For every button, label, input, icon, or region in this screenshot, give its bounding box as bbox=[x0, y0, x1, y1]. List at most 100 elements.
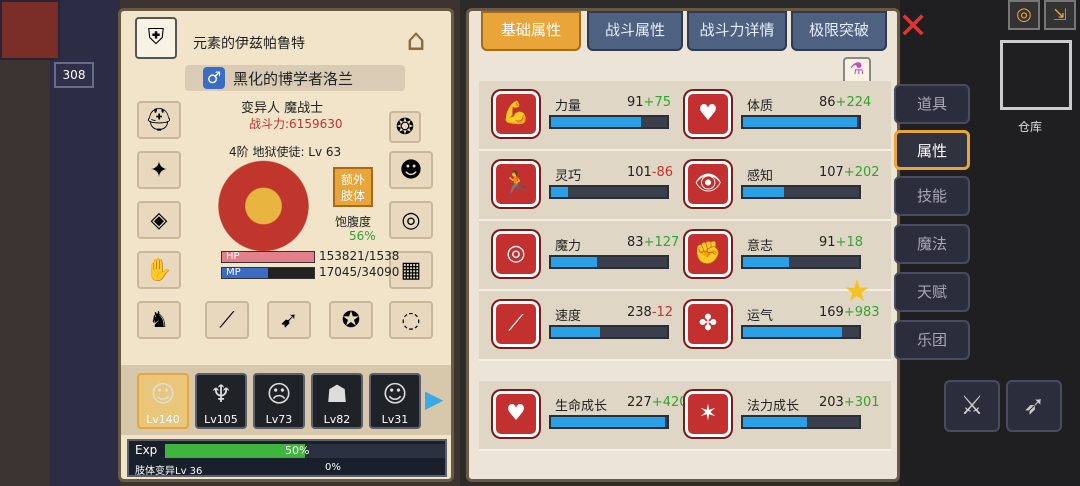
globe-icon[interactable]: ◎ bbox=[1008, 0, 1040, 30]
stat-value: 86+224 bbox=[819, 95, 871, 110]
side-tab-band[interactable]: 乐团 bbox=[894, 320, 970, 360]
stat-bar bbox=[549, 185, 669, 199]
party-member-3[interactable]: ☹ Lv73 bbox=[253, 373, 305, 429]
side-tab-items[interactable]: 道具 bbox=[894, 84, 970, 124]
stat-base: 107 bbox=[819, 165, 844, 180]
stat-value: 107+202 bbox=[819, 165, 880, 180]
combat-power: 战斗力:6159630 bbox=[249, 117, 343, 131]
stat-base: 91 bbox=[627, 95, 644, 110]
party-level: Lv105 bbox=[204, 413, 238, 426]
stat-emblem-icon: ✤ bbox=[685, 301, 731, 347]
stat-name: 速度 bbox=[555, 309, 582, 324]
stat-name: 意志 bbox=[747, 239, 774, 254]
hero-face-icon: ☹ bbox=[266, 380, 292, 408]
party-level: Lv31 bbox=[381, 413, 409, 426]
stat-name: 力量 bbox=[555, 99, 582, 114]
stat-bonus: +18 bbox=[835, 235, 863, 250]
stat-bar bbox=[549, 325, 669, 339]
stat-value: 227+420 bbox=[627, 395, 688, 410]
stat-emblem-icon: ♥ bbox=[493, 391, 539, 437]
party-level: Lv73 bbox=[265, 413, 293, 426]
equip-slot-staff[interactable]: ⟋ bbox=[205, 301, 249, 339]
exp-panel: Exp 50% 肢体变异Lv 36 0% bbox=[127, 439, 447, 477]
warehouse-icon[interactable] bbox=[1000, 40, 1072, 110]
satiety-value: 56% bbox=[349, 229, 376, 243]
stat-bonus: +420 bbox=[651, 395, 688, 410]
stat-base: 86 bbox=[819, 95, 836, 110]
stat-row: ♥ 生命成长 227+420 ✶ 法力成长 203+301 bbox=[479, 381, 891, 451]
party-member-5[interactable]: ☺ Lv31 bbox=[369, 373, 421, 429]
stat-emblem-icon: 👁 bbox=[685, 161, 731, 207]
side-tab-talent[interactable]: 天赋 bbox=[894, 272, 970, 312]
stat-emblem-icon: ♥ bbox=[685, 91, 731, 137]
bow-icon[interactable]: ➶ bbox=[1006, 380, 1062, 432]
stat-emblem-icon: 🏃 bbox=[493, 161, 539, 207]
equip-slot-amulet[interactable]: ✦ bbox=[137, 151, 181, 189]
tab-combat-attributes[interactable]: 战斗属性 bbox=[587, 11, 683, 51]
stat-name: 魔力 bbox=[555, 239, 582, 254]
equip-slot-ring[interactable]: ◎ bbox=[389, 201, 433, 239]
equip-slot-pumpkin[interactable]: ☻ bbox=[389, 151, 433, 189]
stat-bar bbox=[741, 185, 861, 199]
warehouse-label: 仓库 bbox=[1018, 120, 1043, 134]
side-tab-skills[interactable]: 技能 bbox=[894, 176, 970, 216]
stat-emblem-icon: ✊ bbox=[685, 231, 731, 277]
stat-bar bbox=[549, 255, 669, 269]
mp-label: MP bbox=[226, 267, 241, 278]
side-tab-magic[interactable]: 魔法 bbox=[894, 224, 970, 264]
extra-limb-button[interactable]: 额外 肢体 bbox=[333, 167, 373, 207]
stat-value: 91+18 bbox=[819, 235, 863, 250]
stat-row: 🏃 灵巧 101-86 👁 感知 107+202 bbox=[479, 151, 891, 221]
character-panel: ⛨ 元素的伊兹帕鲁特 ⌂ ♂ 黑化的博学者洛兰 变异人 魔战士 战斗力:6159… bbox=[118, 8, 454, 482]
hp-label: HP bbox=[226, 251, 240, 262]
party-member-2[interactable]: ♆ Lv105 bbox=[195, 373, 247, 429]
party-member-1[interactable]: ☺ Lv140 bbox=[137, 373, 189, 429]
side-tab-attributes[interactable]: 属性 bbox=[894, 130, 970, 170]
equip-slot-bracelet[interactable]: ◌ bbox=[389, 301, 433, 339]
gender-male-icon: ♂ bbox=[203, 67, 225, 89]
character-name: 黑化的博学者洛兰 bbox=[233, 70, 354, 88]
equip-slot-spear[interactable]: ➹ bbox=[267, 301, 311, 339]
stat-base: 101 bbox=[627, 165, 652, 180]
equip-slot-helmet[interactable]: ⛑ bbox=[137, 101, 181, 139]
stat-name: 运气 bbox=[747, 309, 774, 324]
hero-portrait-hud[interactable] bbox=[0, 0, 60, 60]
stat-name: 灵巧 bbox=[555, 169, 582, 184]
hp-value: 153821/1538 bbox=[319, 249, 400, 263]
party-level: Lv82 bbox=[323, 413, 351, 426]
stat-emblem-icon: ✶ bbox=[685, 391, 731, 437]
stat-base: 203 bbox=[819, 395, 844, 410]
hero-face-icon: ☺ bbox=[382, 380, 408, 408]
stat-value: 83+127 bbox=[627, 235, 679, 250]
stat-name: 法力成长 bbox=[747, 399, 800, 414]
equip-slot-boots[interactable]: ♞ bbox=[137, 301, 181, 339]
stat-value: 238-12 bbox=[627, 305, 673, 320]
stat-emblem-icon: 💪 bbox=[493, 91, 539, 137]
stat-bar bbox=[741, 415, 861, 429]
tab-power-details[interactable]: 战斗力详情 bbox=[687, 11, 787, 51]
stat-bonus: +224 bbox=[835, 95, 872, 110]
close-icon[interactable]: ✕ bbox=[898, 9, 934, 46]
hanger-icon[interactable]: ⌂ bbox=[391, 23, 441, 63]
equip-slot-rune[interactable]: ❂ bbox=[389, 111, 421, 143]
exit-icon[interactable]: ⇲ bbox=[1044, 0, 1076, 30]
equip-slot-gloves[interactable]: ✋ bbox=[137, 251, 181, 289]
scroll-right-icon[interactable]: ▶ bbox=[425, 385, 443, 413]
star-icon[interactable]: ★ bbox=[841, 277, 873, 309]
stat-bonus: +127 bbox=[643, 235, 680, 250]
stat-bar bbox=[549, 415, 669, 429]
tab-limit-break[interactable]: 极限突破 bbox=[791, 11, 887, 51]
stat-bonus: -86 bbox=[651, 165, 674, 180]
tab-basic-attributes[interactable]: 基础属性 bbox=[481, 11, 581, 51]
equip-slot-gun[interactable]: ✪ bbox=[329, 301, 373, 339]
stat-bar bbox=[741, 115, 861, 129]
stat-value: 91+75 bbox=[627, 95, 671, 110]
name-plate: ♂ 黑化的博学者洛兰 bbox=[185, 65, 405, 91]
world-name: 元素的伊兹帕鲁特 bbox=[193, 36, 305, 52]
party-member-4[interactable]: ☗ Lv82 bbox=[311, 373, 363, 429]
sword-icon[interactable]: ⚔ bbox=[944, 380, 1000, 432]
mutation-label: 肢体变异Lv 36 bbox=[135, 466, 203, 477]
equip-slot-armor[interactable]: ◈ bbox=[137, 201, 181, 239]
hp-bar: HP bbox=[221, 251, 315, 263]
character-sprite bbox=[181, 151, 331, 261]
